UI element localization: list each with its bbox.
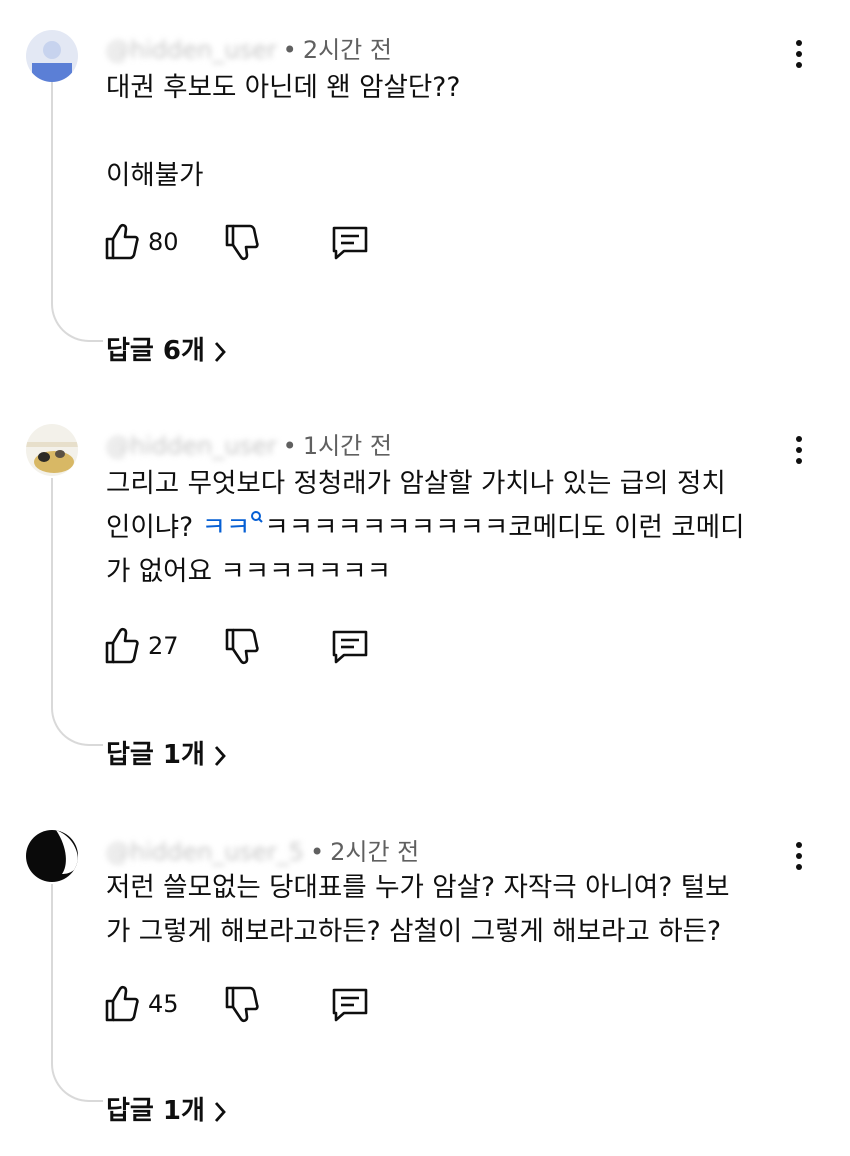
timestamp: 2시간 전	[330, 838, 420, 866]
replies-label: 답글 6개	[106, 336, 205, 366]
more-options-button[interactable]	[784, 428, 814, 472]
comment-line: 이해불가	[106, 160, 204, 191]
dislike-button[interactable]	[222, 984, 260, 1024]
comment-meta: @hidden_user_5 • 2시간 전	[106, 838, 420, 866]
chevron-right-icon	[214, 1101, 226, 1122]
comment-text: 저런 쓸모없는 당대표를 누가 암살? 자작극 아니여? 털보 가 그렇게 해보…	[106, 866, 729, 954]
search-icon	[251, 511, 264, 523]
view-replies-button[interactable]: 답글 1개	[106, 1090, 229, 1127]
thumbs-down-icon	[225, 628, 259, 665]
comment-line	[106, 110, 460, 154]
author-name[interactable]: @hidden_user_5	[106, 838, 304, 866]
comment-line: 저런 쓸모없는 당대표를 누가 암살? 자작극 아니여? 털보	[106, 872, 730, 903]
reply-button[interactable]	[330, 626, 370, 666]
like-button[interactable]: 80	[104, 222, 179, 262]
author-name[interactable]: @hidden_user	[106, 432, 277, 460]
thumbs-down-icon	[225, 224, 259, 261]
like-count: 45	[148, 990, 179, 1018]
replies-label: 답글 1개	[106, 1096, 205, 1126]
chevron-right-icon	[214, 745, 226, 766]
thread-line	[51, 78, 103, 342]
comment-line: 인이냐? ㅋㅋ ㅋㅋㅋㅋㅋㅋㅋㅋㅋㅋ코메디도 이런 코메디	[106, 511, 745, 543]
replies-label: 답글 1개	[106, 740, 205, 770]
like-button[interactable]: 45	[104, 984, 179, 1024]
search-link[interactable]: ㅋㅋ	[202, 511, 265, 543]
comment-line: 가 그렇게 해보라고하든? 삼철이 그렇게 해보라고 하든?	[106, 916, 722, 947]
dislike-button[interactable]	[222, 222, 260, 262]
comment-line: 그리고 무엇보다 정청래가 암살할 가치나 있는 급의 정치	[106, 468, 726, 499]
view-replies-button[interactable]: 답글 1개	[106, 734, 229, 771]
view-replies-button[interactable]: 답글 6개	[106, 330, 229, 367]
thumbs-down-icon	[225, 986, 259, 1023]
comment-meta: @hidden_user • 1시간 전	[106, 432, 392, 460]
avatar[interactable]	[26, 30, 78, 82]
comment-icon	[332, 226, 368, 260]
dislike-button[interactable]	[222, 626, 260, 666]
reply-button[interactable]	[330, 222, 370, 262]
chevron-right-icon	[214, 341, 226, 362]
comment-line: 가 없어요 ㅋㅋㅋㅋㅋㅋㅋ	[106, 556, 392, 587]
like-count: 27	[148, 632, 179, 660]
more-options-button[interactable]	[784, 834, 814, 878]
thumbs-up-icon	[105, 223, 139, 260]
comment-icon	[332, 988, 368, 1022]
thread-line	[51, 478, 103, 746]
comment-meta: @hidden_user • 2시간 전	[106, 36, 392, 64]
like-count: 80	[148, 228, 179, 256]
avatar[interactable]	[26, 424, 78, 476]
comment-text: 그리고 무엇보다 정청래가 암살할 가치나 있는 급의 정치 인이냐? ㅋㅋ ㅋㅋ…	[106, 462, 744, 594]
more-options-button[interactable]	[784, 32, 814, 76]
comment-line: 대권 후보도 아닌데 왠 암살단??	[106, 72, 461, 103]
avatar[interactable]	[26, 830, 78, 882]
thumbs-up-icon	[105, 985, 139, 1022]
reply-button[interactable]	[330, 984, 370, 1024]
comment-text: 대권 후보도 아닌데 왠 암살단?? 이해불가	[106, 66, 460, 198]
thread-line	[51, 884, 103, 1102]
timestamp: 2시간 전	[302, 36, 392, 64]
author-name[interactable]: @hidden_user	[106, 36, 277, 64]
timestamp: 1시간 전	[302, 432, 392, 460]
comment-icon	[332, 630, 368, 664]
like-button[interactable]: 27	[104, 626, 179, 666]
thumbs-up-icon	[105, 627, 139, 664]
